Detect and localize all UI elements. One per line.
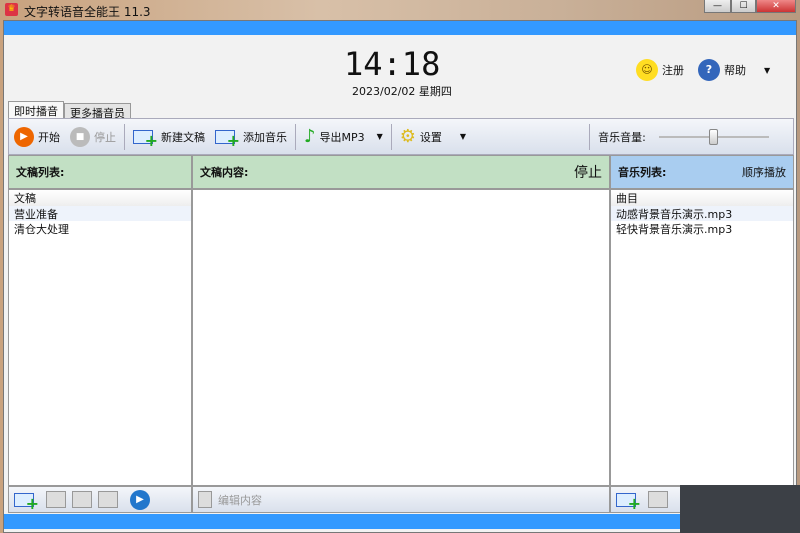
delete-icon[interactable]: [648, 491, 668, 508]
separator: [124, 123, 125, 150]
docs-header: 文稿列表:: [8, 155, 192, 189]
top-bar: [4, 21, 796, 35]
stop-icon: ■: [70, 126, 90, 147]
stop-button[interactable]: ■ 停止: [65, 126, 121, 147]
list-item[interactable]: 动感背景音乐演示.mp3: [611, 206, 793, 221]
chevron-down-icon[interactable]: ▼: [764, 66, 770, 75]
content-area[interactable]: [192, 189, 610, 486]
close-button[interactable]: ✕: [756, 0, 796, 13]
start-label: 开始: [38, 130, 60, 144]
document-icon: [198, 491, 212, 508]
delete-icon[interactable]: [46, 491, 66, 508]
start-button[interactable]: ▶ 开始: [9, 126, 65, 147]
help-button[interactable]: ? 帮助 ▼: [698, 59, 770, 81]
play-status: 停止: [574, 165, 602, 181]
chevron-down-icon: ▼: [376, 132, 383, 141]
register-button[interactable]: ☺ 注册: [636, 59, 684, 81]
smiley-icon: ☺: [636, 59, 658, 81]
docs-list: 文稿 营业准备 清仓大处理: [8, 189, 192, 486]
content-header: 文稿内容: 停止: [192, 155, 610, 189]
tab-instant[interactable]: 即时播音: [8, 101, 64, 118]
tab-more-voices[interactable]: 更多播音员: [64, 103, 131, 120]
list-item[interactable]: 清仓大处理: [9, 221, 191, 236]
list-item[interactable]: 轻快背景音乐演示.mp3: [611, 221, 793, 236]
play-icon[interactable]: ▶: [130, 489, 150, 510]
export-label: 导出MP3: [319, 130, 365, 144]
move-down-icon[interactable]: [98, 491, 118, 508]
list-item[interactable]: 营业准备: [9, 206, 191, 221]
title-bar: ♛ 文字转语音全能王 11.3 — ☐ ✕: [0, 0, 800, 20]
new-doc-label: 新建文稿: [161, 130, 205, 144]
stop-label: 停止: [94, 130, 116, 144]
separator: [589, 123, 591, 150]
move-up-icon[interactable]: [72, 491, 92, 508]
clock: 14:18: [344, 45, 441, 83]
music-list: 曲目 动感背景音乐演示.mp3 轻快背景音乐演示.mp3: [610, 189, 794, 486]
maximize-button[interactable]: ☐: [731, 0, 756, 13]
docs-title: 文稿列表:: [16, 166, 65, 179]
docs-column-header[interactable]: 文稿: [9, 190, 191, 206]
new-doc-button[interactable]: 新建文稿: [128, 129, 210, 150]
export-mp3-button[interactable]: ♪ 导出MP3 ▼: [299, 126, 388, 147]
music-note-icon: ♪: [304, 126, 316, 147]
content-title: 文稿内容:: [200, 166, 249, 179]
separator: [390, 123, 392, 150]
volume-label: 音乐音量:: [598, 130, 646, 144]
edit-content-label: 编辑内容: [218, 493, 262, 507]
toolbar: ▶ 开始 ■ 停止 新建文稿 添加音乐 ♪导出MP3 ▼ ⚙设置 ▼ 音乐音量:: [8, 118, 794, 155]
music-title: 音乐列表:: [618, 166, 667, 179]
music-header: 音乐列表: 顺序播放: [610, 155, 794, 189]
register-label: 注册: [662, 64, 684, 77]
add-music-icon: [215, 129, 240, 150]
add-music-button[interactable]: 添加音乐: [210, 129, 292, 150]
edit-content-button[interactable]: 编辑内容: [192, 486, 610, 513]
main-window: 14:18 2023/02/02 星期四 ☺ 注册 ? 帮助 ▼ 即时播音 更多…: [3, 20, 797, 533]
add-music-label: 添加音乐: [243, 130, 287, 144]
crown-icon: ♛: [5, 3, 18, 16]
minimize-button[interactable]: —: [704, 0, 731, 13]
date: 2023/02/02 星期四: [352, 85, 452, 98]
help-label: 帮助: [724, 64, 746, 77]
play-mode[interactable]: 顺序播放: [742, 164, 786, 180]
settings-label: 设置: [419, 130, 442, 144]
chevron-down-icon: ▼: [459, 132, 467, 141]
music-column-header[interactable]: 曲目: [611, 190, 793, 206]
gear-icon: ⚙: [399, 126, 416, 147]
tab-bar: 即时播音 更多播音员: [8, 101, 131, 120]
add-doc-icon[interactable]: [14, 492, 39, 513]
add-doc-icon: [133, 129, 158, 150]
volume-slider[interactable]: [658, 127, 769, 147]
volume-slider-thumb[interactable]: [709, 128, 719, 145]
docs-bottom-toolbar: ▶: [8, 486, 192, 513]
status-bar: [4, 514, 796, 529]
add-music-icon[interactable]: [616, 492, 641, 513]
desktop-background: [680, 485, 800, 533]
play-icon: ▶: [14, 126, 34, 147]
separator: [295, 123, 296, 150]
help-icon: ?: [698, 59, 720, 81]
settings-button[interactable]: ⚙ 设置 ▼: [395, 126, 471, 147]
window-title: 文字转语音全能王 11.3: [24, 5, 151, 19]
